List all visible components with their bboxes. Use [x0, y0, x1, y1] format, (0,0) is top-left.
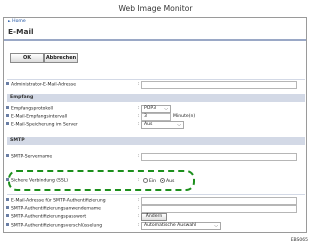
ssl-label: Sichere Verbindung (SSL) — [6, 178, 68, 183]
figure-code: EBS065 — [290, 238, 308, 243]
title-divider — [4, 39, 306, 41]
storage-select[interactable]: Aus ⌵ — [141, 121, 184, 129]
square-bullet-icon — [6, 82, 9, 85]
window-title: Web Image Monitor — [118, 4, 193, 13]
interval-label: E-Mail-Empfangsintervall — [6, 114, 67, 119]
auth-password-label: SMTP-Authentifizierungspasswort — [6, 214, 86, 219]
square-bullet-icon — [6, 178, 9, 181]
chevron-down-icon: ⌵ — [214, 223, 218, 229]
storage-label: E-Mail-Speicherung im Server — [6, 122, 78, 127]
row-divider — [7, 194, 305, 195]
auth-email-label: E-Mail-Adresse für SMTP-Authentifizierun… — [6, 198, 106, 203]
auth-email-field[interactable] — [141, 197, 297, 205]
auth-user-label: SMTP-Authentifizierungsanwendername — [6, 206, 101, 211]
interval-field[interactable]: 3 — [141, 113, 171, 121]
auth-user-field[interactable] — [141, 205, 297, 213]
interval-unit: Minute(n) — [173, 114, 196, 119]
auth-encryption-label: SMTP-Authentifizierungsverschlüsselung — [6, 223, 102, 228]
square-bullet-icon — [6, 198, 9, 201]
page-title: E-Mail — [8, 27, 34, 36]
radio-on-icon — [160, 178, 165, 183]
chevron-down-icon: ⌵ — [177, 122, 181, 128]
square-bullet-icon — [6, 122, 9, 125]
smtp-server-label: SMTP-Servername — [6, 154, 52, 159]
square-bullet-icon — [6, 206, 9, 209]
auth-encryption-select[interactable]: Automatische Auswahl ⌵ — [141, 222, 221, 230]
square-bullet-icon — [6, 223, 9, 226]
square-bullet-icon — [6, 106, 9, 109]
admin-email-field[interactable] — [141, 81, 297, 89]
content-frame: ► Home E-Mail OK Abbrechen Administrator… — [3, 17, 307, 233]
change-password-button[interactable]: Ändern — [141, 213, 167, 221]
square-bullet-icon — [6, 114, 9, 117]
breadcrumb-home[interactable]: Home — [12, 19, 26, 24]
ok-button[interactable]: OK — [10, 53, 44, 63]
row-divider — [7, 79, 305, 80]
breadcrumb[interactable]: ► Home — [8, 19, 26, 24]
radio-off-icon — [143, 178, 148, 183]
square-bullet-icon — [6, 214, 9, 217]
chevron-down-icon: ⌵ — [164, 106, 168, 112]
protocol-label: Empfangsprotokoll — [6, 106, 53, 111]
smtp-server-field[interactable] — [141, 153, 297, 161]
breadcrumb-arrow-icon: ► — [8, 19, 11, 23]
section-reception: Empfang — [7, 94, 305, 102]
ssl-on-radio[interactable]: Ein — [143, 178, 156, 184]
admin-email-label: Administrator-E-Mail-Adresse — [6, 82, 76, 87]
ssl-off-radio[interactable]: Aus — [160, 178, 174, 184]
section-smtp: SMTP — [7, 137, 305, 145]
protocol-select[interactable]: POP3 ⌵ — [141, 105, 171, 113]
square-bullet-icon — [6, 154, 9, 157]
cancel-button[interactable]: Abbrechen — [44, 53, 78, 63]
